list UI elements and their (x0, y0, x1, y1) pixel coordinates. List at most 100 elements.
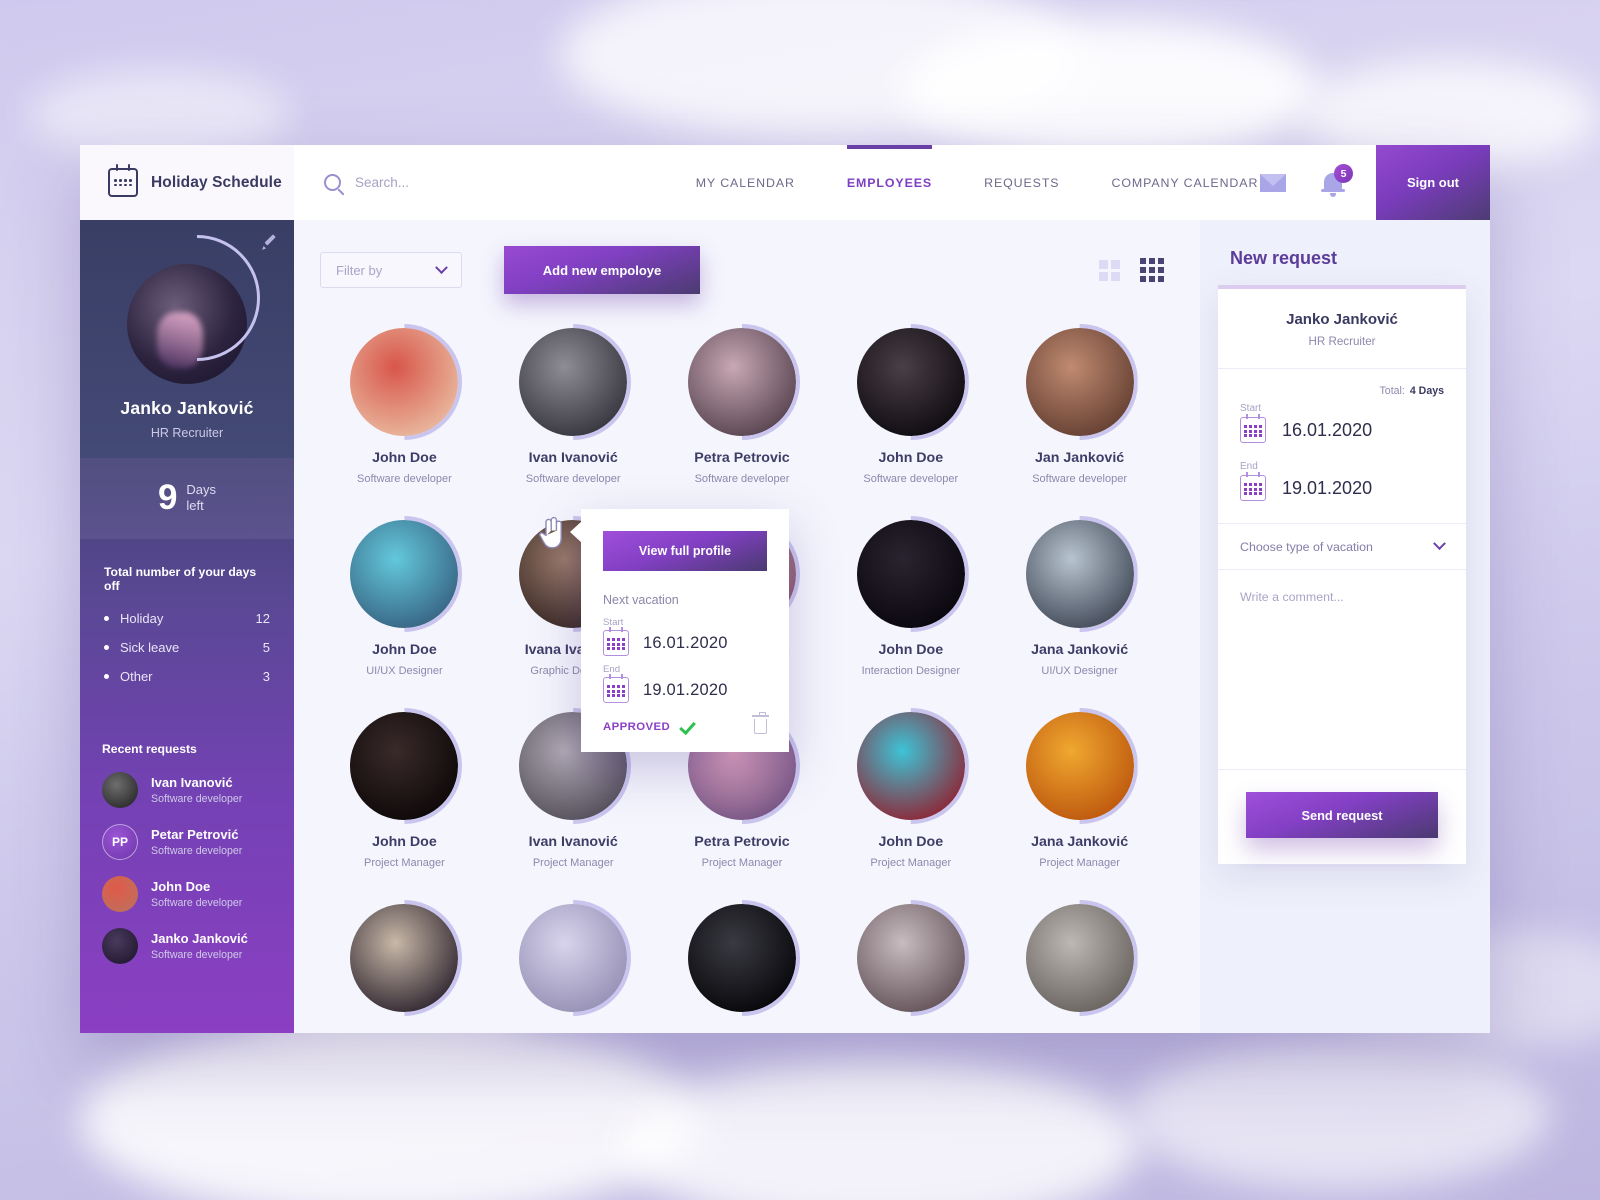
list-item[interactable]: Janko Janković Software developer (102, 928, 272, 964)
employee-card[interactable]: John Doe Software developer (826, 310, 995, 502)
employee-card[interactable] (995, 886, 1164, 1033)
employee-name: John Doe (878, 450, 944, 466)
days-left-number: 9 (157, 478, 178, 517)
request-end-date[interactable]: 19.01.2020 (1282, 478, 1372, 499)
grid-view-3-icon[interactable] (1140, 258, 1164, 282)
employee-card[interactable]: Jana Janković UI/UX Designer (995, 502, 1164, 694)
employee-card[interactable]: John Doe Software developer (320, 310, 489, 502)
popup-end-date: 19.01.2020 (643, 680, 728, 699)
bullet-icon (104, 674, 109, 679)
avatar[interactable] (519, 324, 632, 440)
avatar[interactable] (1025, 516, 1138, 632)
avatar[interactable] (856, 900, 969, 1016)
request-end-row: 19.01.2020 (1240, 472, 1444, 501)
employee-role: Project Manager (870, 857, 952, 869)
avatar[interactable] (856, 324, 969, 440)
avatar[interactable] (350, 708, 463, 824)
avatar (102, 876, 138, 912)
filter-by-label: Filter by (336, 262, 383, 278)
list-item[interactable]: PP Petar Petrović Software developer (102, 824, 272, 860)
stat-value: 3 (262, 669, 270, 684)
app-window: Holiday Schedule MY CALENDAR EMPLOYEES R… (80, 145, 1490, 1033)
days-left-label: Days left (186, 482, 216, 513)
next-vacation-label: Next vacation (603, 593, 679, 607)
avatar[interactable] (687, 900, 800, 1016)
profile-role: HR Recruiter (150, 426, 224, 440)
tab-employees[interactable]: EMPLOYEES (846, 145, 933, 220)
tab-company-calendar[interactable]: COMPANY CALENDAR (1111, 145, 1258, 220)
employee-card[interactable]: John Doe Interaction Designer (826, 502, 995, 694)
employee-role: Project Manager (701, 857, 783, 869)
search-icon (324, 174, 341, 191)
add-new-employee-button[interactable]: Add new empoloye (504, 246, 700, 294)
notifications-button[interactable]: 5 (1321, 164, 1353, 197)
new-request-title: New request (1230, 248, 1338, 268)
trash-icon[interactable] (752, 712, 769, 734)
nav-tabs: MY CALENDAR EMPLOYEES REQUESTS COMPANY C… (694, 145, 1260, 220)
employee-card[interactable]: Petra Petrovic Software developer (658, 310, 827, 502)
vacation-type-select[interactable]: Choose type of vacation (1218, 524, 1466, 570)
avatar[interactable] (350, 900, 463, 1016)
employee-card[interactable] (826, 886, 995, 1033)
pencil-icon[interactable] (262, 236, 276, 250)
popup-start-date: 16.01.2020 (643, 633, 728, 652)
filter-by-dropdown[interactable]: Filter by (320, 252, 462, 288)
stat-label: Holiday (120, 611, 164, 626)
employee-role: Software developer (694, 473, 790, 485)
search-container (294, 145, 694, 220)
employee-role: Project Manager (532, 857, 614, 869)
list-item[interactable]: Ivan Ivanović Software developer (102, 772, 272, 808)
view-full-profile-button[interactable]: View full profile (603, 531, 767, 571)
request-total: Total: 4 Days (1240, 385, 1445, 397)
list-item[interactable]: John Doe Software developer (102, 876, 272, 912)
avatar[interactable] (350, 516, 463, 632)
calendar-icon[interactable] (603, 627, 629, 656)
avatar[interactable] (1025, 708, 1138, 824)
calendar-icon[interactable] (603, 674, 629, 703)
avatar[interactable] (519, 900, 632, 1016)
employee-role: Interaction Designer (861, 665, 961, 677)
search-input[interactable] (355, 175, 655, 190)
employee-card[interactable]: John Doe Project Manager (320, 694, 489, 886)
employee-card[interactable]: Jana Janković Project Manager (995, 694, 1164, 886)
avatar[interactable] (856, 708, 969, 824)
calendar-icon[interactable] (1240, 414, 1266, 443)
tab-requests[interactable]: REQUESTS (984, 145, 1059, 220)
employee-role: Project Manager (1039, 857, 1120, 869)
mail-icon[interactable] (1260, 173, 1286, 192)
employee-card[interactable]: John Doe Project Manager (826, 694, 995, 886)
list-item-name: Petar Petrović (151, 827, 239, 842)
tab-my-calendar[interactable]: MY CALENDAR (696, 145, 795, 220)
avatar[interactable] (1025, 900, 1138, 1016)
employee-card[interactable]: John Doe UI/UX Designer (320, 502, 489, 694)
employee-card[interactable]: Jan Janković Software developer (995, 310, 1164, 502)
sign-out-button[interactable]: Sign out (1376, 145, 1490, 220)
popup-start-label: Start (603, 617, 624, 628)
list-item-role: Software developer (151, 897, 243, 909)
avatar[interactable] (856, 516, 969, 632)
employee-role: Software developer (863, 473, 959, 485)
employee-name: Ivan Ivanović (528, 834, 618, 850)
employee-card[interactable]: Ivan Ivanović Software developer (489, 310, 658, 502)
recent-requests-section: Recent requests Ivan Ivanović Software de… (80, 722, 294, 990)
brand-title: Holiday Schedule (151, 173, 282, 191)
request-start-date[interactable]: 16.01.2020 (1282, 420, 1372, 441)
employee-card[interactable] (658, 886, 827, 1033)
chevron-down-icon (435, 260, 448, 274)
brand-logo[interactable]: Holiday Schedule (80, 145, 294, 220)
request-end-label: End (1240, 461, 1258, 472)
avatar[interactable] (1025, 324, 1138, 440)
avatar[interactable] (350, 324, 463, 440)
grid-view-2-icon[interactable] (1099, 259, 1120, 281)
avatar[interactable] (687, 324, 800, 440)
employee-role: Project Manager (364, 857, 445, 869)
employee-card[interactable] (320, 886, 489, 1033)
employee-name: Jan Janković (1035, 450, 1125, 466)
employee-name: Petra Petrovic (694, 450, 790, 466)
request-person: Janko Janković HR Recruiter (1218, 289, 1466, 369)
comment-field[interactable]: Write a comment... (1218, 570, 1466, 770)
calendar-icon[interactable] (1240, 472, 1266, 501)
cloud-decoration (1130, 1040, 1550, 1190)
employee-card[interactable] (489, 886, 658, 1033)
send-request-button[interactable]: Send request (1246, 792, 1438, 838)
